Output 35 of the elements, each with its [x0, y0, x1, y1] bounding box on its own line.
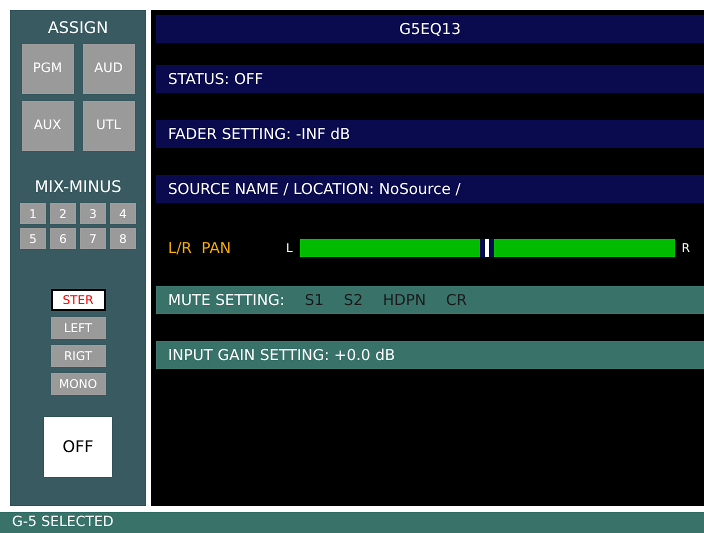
- mode-button[interactable]: MONO: [50, 373, 106, 395]
- pan-left-label: L: [286, 240, 293, 257]
- mix-minus-button[interactable]: 8: [110, 228, 136, 249]
- fader-setting: FADER SETTING: -INF dB: [156, 120, 704, 148]
- mix-minus-heading: MIX-MINUS: [34, 179, 122, 195]
- input-gain-setting: INPUT GAIN SETTING: +0.0 dB: [156, 341, 704, 369]
- assign-button[interactable]: PGM: [22, 44, 74, 94]
- mode-button[interactable]: STER: [50, 289, 106, 311]
- source-name: SOURCE NAME / LOCATION: NoSource /: [156, 175, 704, 203]
- mute-setting-label: MUTE SETTING:: [168, 290, 285, 311]
- mode-button[interactable]: RIGT: [50, 345, 106, 367]
- mute-option[interactable]: S2: [344, 288, 363, 312]
- mix-minus-button[interactable]: 7: [80, 228, 106, 249]
- mix-minus-button[interactable]: 1: [20, 203, 46, 224]
- mode-button[interactable]: LEFT: [50, 317, 106, 339]
- mute-option[interactable]: S1: [304, 288, 324, 312]
- assign-button[interactable]: AUD: [82, 44, 134, 94]
- mute-option[interactable]: HDPN: [382, 288, 426, 312]
- mix-minus-button[interactable]: 4: [110, 203, 136, 224]
- off-button[interactable]: OFF: [44, 417, 112, 477]
- pan-slider[interactable]: [300, 239, 675, 257]
- pan-label: L/R PAN: [168, 238, 232, 259]
- mix-minus-button[interactable]: 6: [50, 228, 76, 249]
- mix-minus-button[interactable]: 2: [50, 203, 76, 224]
- mix-minus-button[interactable]: 5: [20, 228, 46, 249]
- assign-heading: ASSIGN: [48, 20, 108, 36]
- pan-right-label: R: [682, 240, 690, 257]
- mute-option[interactable]: CR: [446, 288, 467, 312]
- status-bar-row: STATUS: OFF: [156, 65, 704, 93]
- assign-button[interactable]: UTL: [82, 101, 134, 151]
- pan-thumb[interactable]: [480, 239, 494, 257]
- status-bar: G-5 SELECTED: [0, 512, 704, 533]
- assign-button[interactable]: AUX: [22, 101, 74, 151]
- mix-minus-button[interactable]: 3: [80, 203, 106, 224]
- window-title: G5EQ13: [156, 15, 704, 43]
